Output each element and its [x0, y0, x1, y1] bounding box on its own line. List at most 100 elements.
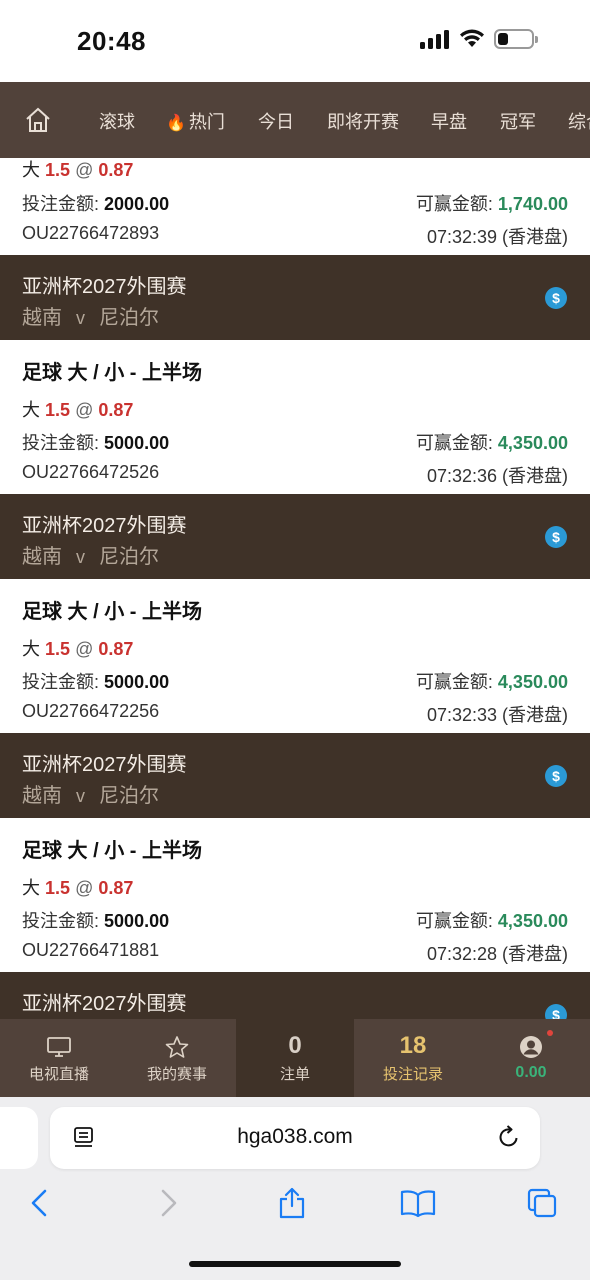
bet-pick: 大 1.5 @ 0.87: [22, 635, 133, 661]
dollar-icon[interactable]: $: [545, 765, 567, 787]
stake-amount: 2000.00: [104, 194, 170, 214]
away-team: 尼泊尔: [99, 785, 159, 807]
bet-card: 足球 大 / 小 - 上半场 大 1.5 @ 0.87 投注金额: 5000.0…: [0, 579, 590, 733]
match-header[interactable]: 亚洲杯2027外围赛 越南 v 尼泊尔 $: [0, 494, 590, 579]
pick-side: 大: [22, 878, 40, 898]
pick-side: 大: [22, 400, 40, 420]
pick-side: 大: [22, 160, 40, 180]
win-label: 可赢金额:: [415, 911, 493, 931]
bookmarks-icon[interactable]: [400, 1187, 436, 1219]
tabs-icon[interactable]: [527, 1187, 557, 1219]
win-label: 可赢金额:: [415, 672, 493, 692]
league-name: 亚洲杯2027外围赛: [22, 515, 187, 537]
stake-row: 投注金额: 5000.00 可赢金额: 4,350.00: [22, 907, 568, 933]
pick-side: 大: [22, 639, 40, 659]
ticket-id: OU22766472893: [22, 223, 160, 243]
match-header[interactable]: 亚洲杯2027外围赛 越南 v 尼泊尔 $: [0, 255, 590, 340]
home-team: 越南: [22, 307, 62, 329]
bet-market: 足球 大 / 小 - 上半场: [22, 840, 202, 862]
nav-item-live[interactable]: 滚球: [99, 108, 135, 134]
at-sign: @: [75, 639, 94, 659]
nav-item-champion[interactable]: 冠军: [500, 108, 536, 134]
dollar-icon[interactable]: $: [545, 287, 567, 309]
star-icon: [165, 1036, 189, 1058]
win-group: 可赢金额: 1,740.00: [416, 190, 568, 216]
home-icon[interactable]: [24, 106, 52, 134]
stake-amount: 5000.00: [104, 672, 170, 692]
nav-item-parlay[interactable]: 综合: [568, 108, 590, 134]
previous-tab-preview[interactable]: [0, 1107, 38, 1169]
bet-pick: 大 1.5 @ 0.87: [22, 158, 133, 182]
stake-label: 投注金额:: [22, 433, 100, 453]
stake-row: 投注金额: 2000.00 可赢金额: 1,740.00: [22, 190, 568, 216]
tab-bet-slip-label: 注单: [279, 1066, 310, 1083]
ticket-id: OU22766471881: [22, 940, 160, 960]
tab-bet-slip[interactable]: 0 注单: [236, 1019, 354, 1097]
stake-row: 投注金额: 5000.00 可赢金额: 4,350.00: [22, 668, 568, 694]
league-name: 亚洲杯2027外围赛: [22, 754, 187, 776]
tab-my-events[interactable]: 我的赛事: [118, 1019, 236, 1097]
stake-amount: 5000.00: [104, 433, 170, 453]
match-teams: 越南 v 尼泊尔: [22, 540, 159, 569]
browser-toolbar: hga038.com: [0, 1097, 590, 1280]
bet-slip-count: 0: [288, 1032, 302, 1059]
status-bar: 20:48: [0, 0, 590, 82]
match-teams: 越南 v 尼泊尔: [22, 301, 159, 330]
bet-card-partial: 大 1.5 @ 0.87 投注金额: 2000.00 可赢金额: 1,740.0…: [0, 158, 590, 255]
nav-item-early[interactable]: 早盘: [431, 108, 467, 134]
away-team: 尼泊尔: [99, 307, 159, 329]
battery-icon: [494, 29, 538, 49]
ticket-id: OU22766472256: [22, 701, 160, 721]
league-name: 亚洲杯2027外围赛: [22, 993, 187, 1015]
bet-time: 07:32:36 (香港盘): [426, 466, 568, 486]
fire-icon: 🔥: [166, 115, 186, 132]
back-icon[interactable]: [25, 1187, 55, 1219]
ticket-row: OU22766472256 07:32:33 (香港盘): [22, 701, 568, 725]
nav-item-upcoming[interactable]: 即将开赛: [327, 108, 399, 134]
bet-time: 07:32:39 (香港盘): [426, 227, 568, 247]
pick-line: 1.5: [45, 400, 71, 420]
win-amount: 1,740.00: [497, 194, 568, 214]
vs-label: v: [76, 547, 85, 567]
share-icon[interactable]: [277, 1187, 307, 1219]
at-sign: @: [75, 160, 94, 180]
pick-line: 1.5: [45, 639, 71, 659]
win-group: 可赢金额: 4,350.00: [416, 668, 568, 694]
match-header-partial[interactable]: 亚洲杯2027外围赛 $: [0, 972, 590, 1019]
dollar-icon[interactable]: $: [545, 526, 567, 548]
pick-odds: 0.87: [98, 400, 134, 420]
tab-bet-records[interactable]: 18 投注记录: [354, 1019, 472, 1097]
at-sign: @: [75, 878, 94, 898]
account-balance: 0.00: [515, 1064, 547, 1081]
at-sign: @: [75, 400, 94, 420]
dollar-icon[interactable]: $: [545, 1004, 567, 1019]
league-name: 亚洲杯2027外围赛: [22, 276, 187, 298]
tv-icon: [47, 1037, 71, 1057]
reload-icon[interactable]: [496, 1124, 522, 1150]
ticket-row: OU22766472893 07:32:39 (香港盘): [22, 223, 568, 247]
nav-item-hot[interactable]: 🔥 热门: [166, 108, 225, 134]
bet-pick: 大 1.5 @ 0.87: [22, 874, 133, 900]
win-group: 可赢金额: 4,350.00: [416, 907, 568, 933]
bet-market: 足球 大 / 小 - 上半场: [22, 362, 202, 384]
match-teams: 越南 v 尼泊尔: [22, 779, 159, 808]
address-bar[interactable]: hga038.com: [50, 1107, 540, 1169]
ticket-row: OU22766471881 07:32:28 (香港盘): [22, 940, 568, 964]
bet-time: 07:32:33 (香港盘): [426, 705, 568, 725]
home-indicator: [189, 1261, 401, 1267]
tab-live-tv[interactable]: 电视直播: [0, 1019, 118, 1097]
user-avatar-icon: [520, 1036, 542, 1058]
forward-icon[interactable]: [153, 1187, 183, 1219]
home-team: 越南: [22, 546, 62, 568]
nav-item-today[interactable]: 今日: [258, 108, 294, 134]
stake-label: 投注金额:: [22, 672, 100, 692]
bet-market: 足球 大 / 小 - 上半场: [22, 601, 202, 623]
tab-account[interactable]: 0.00: [472, 1019, 590, 1097]
tab-live-tv-label: 电视直播: [28, 1066, 89, 1083]
match-header[interactable]: 亚洲杯2027外围赛 越南 v 尼泊尔 $: [0, 733, 590, 818]
pick-odds: 0.87: [98, 639, 134, 659]
cellular-signal-icon: [420, 29, 450, 49]
vs-label: v: [76, 308, 85, 328]
bottom-tab-bar: 电视直播 我的赛事 0 注单 18 投注记录 0.00: [0, 1019, 590, 1097]
nav-item-hot-label: 热门: [188, 112, 225, 132]
